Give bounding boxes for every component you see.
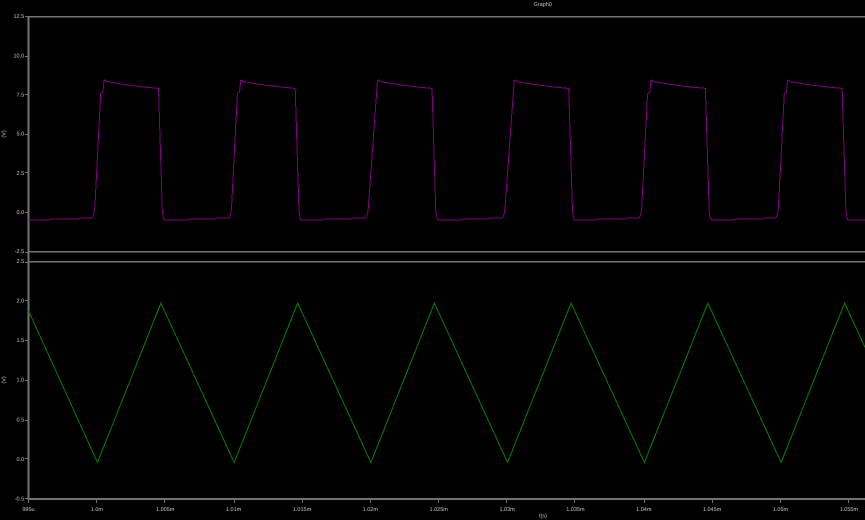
svg-text:10.0: 10.0 xyxy=(13,53,24,59)
svg-text:5.0: 5.0 xyxy=(17,132,25,138)
svg-text:2.5: 2.5 xyxy=(17,259,25,265)
svg-text:1.035m: 1.035m xyxy=(566,507,585,513)
svg-text:1.03m: 1.03m xyxy=(499,507,515,513)
svg-text:1.055m: 1.055m xyxy=(840,507,859,513)
svg-text:1.0m: 1.0m xyxy=(91,507,104,513)
svg-text:0.5: 0.5 xyxy=(17,417,25,423)
svg-text:995u: 995u xyxy=(22,507,34,513)
svg-text:1.045m: 1.045m xyxy=(703,507,722,513)
svg-text:1.015m: 1.015m xyxy=(293,507,312,513)
svg-text:12.5: 12.5 xyxy=(13,14,24,20)
svg-text:1.025m: 1.025m xyxy=(430,507,449,513)
svg-text:Graph0: Graph0 xyxy=(534,2,552,8)
svg-text:0.0: 0.0 xyxy=(17,210,25,216)
svg-text:t(s): t(s) xyxy=(539,514,547,520)
svg-text:1.01m: 1.01m xyxy=(226,507,242,513)
svg-text:1.02m: 1.02m xyxy=(363,507,379,513)
svg-text:1.0: 1.0 xyxy=(17,378,25,384)
svg-text:1.5: 1.5 xyxy=(17,338,25,344)
svg-text:1.05m: 1.05m xyxy=(773,507,789,513)
svg-text:-0.5: -0.5 xyxy=(15,497,24,503)
svg-text:0.0: 0.0 xyxy=(17,457,25,463)
svg-text:(V): (V) xyxy=(2,130,8,138)
svg-text:2.0: 2.0 xyxy=(17,299,25,305)
svg-text:2.5: 2.5 xyxy=(17,171,25,177)
svg-text:1.04m: 1.04m xyxy=(636,507,652,513)
svg-text:1.005m: 1.005m xyxy=(156,507,175,513)
svg-text:7.5: 7.5 xyxy=(17,93,25,99)
svg-text:-2.5: -2.5 xyxy=(15,249,24,255)
svg-text:(V): (V) xyxy=(2,376,8,384)
